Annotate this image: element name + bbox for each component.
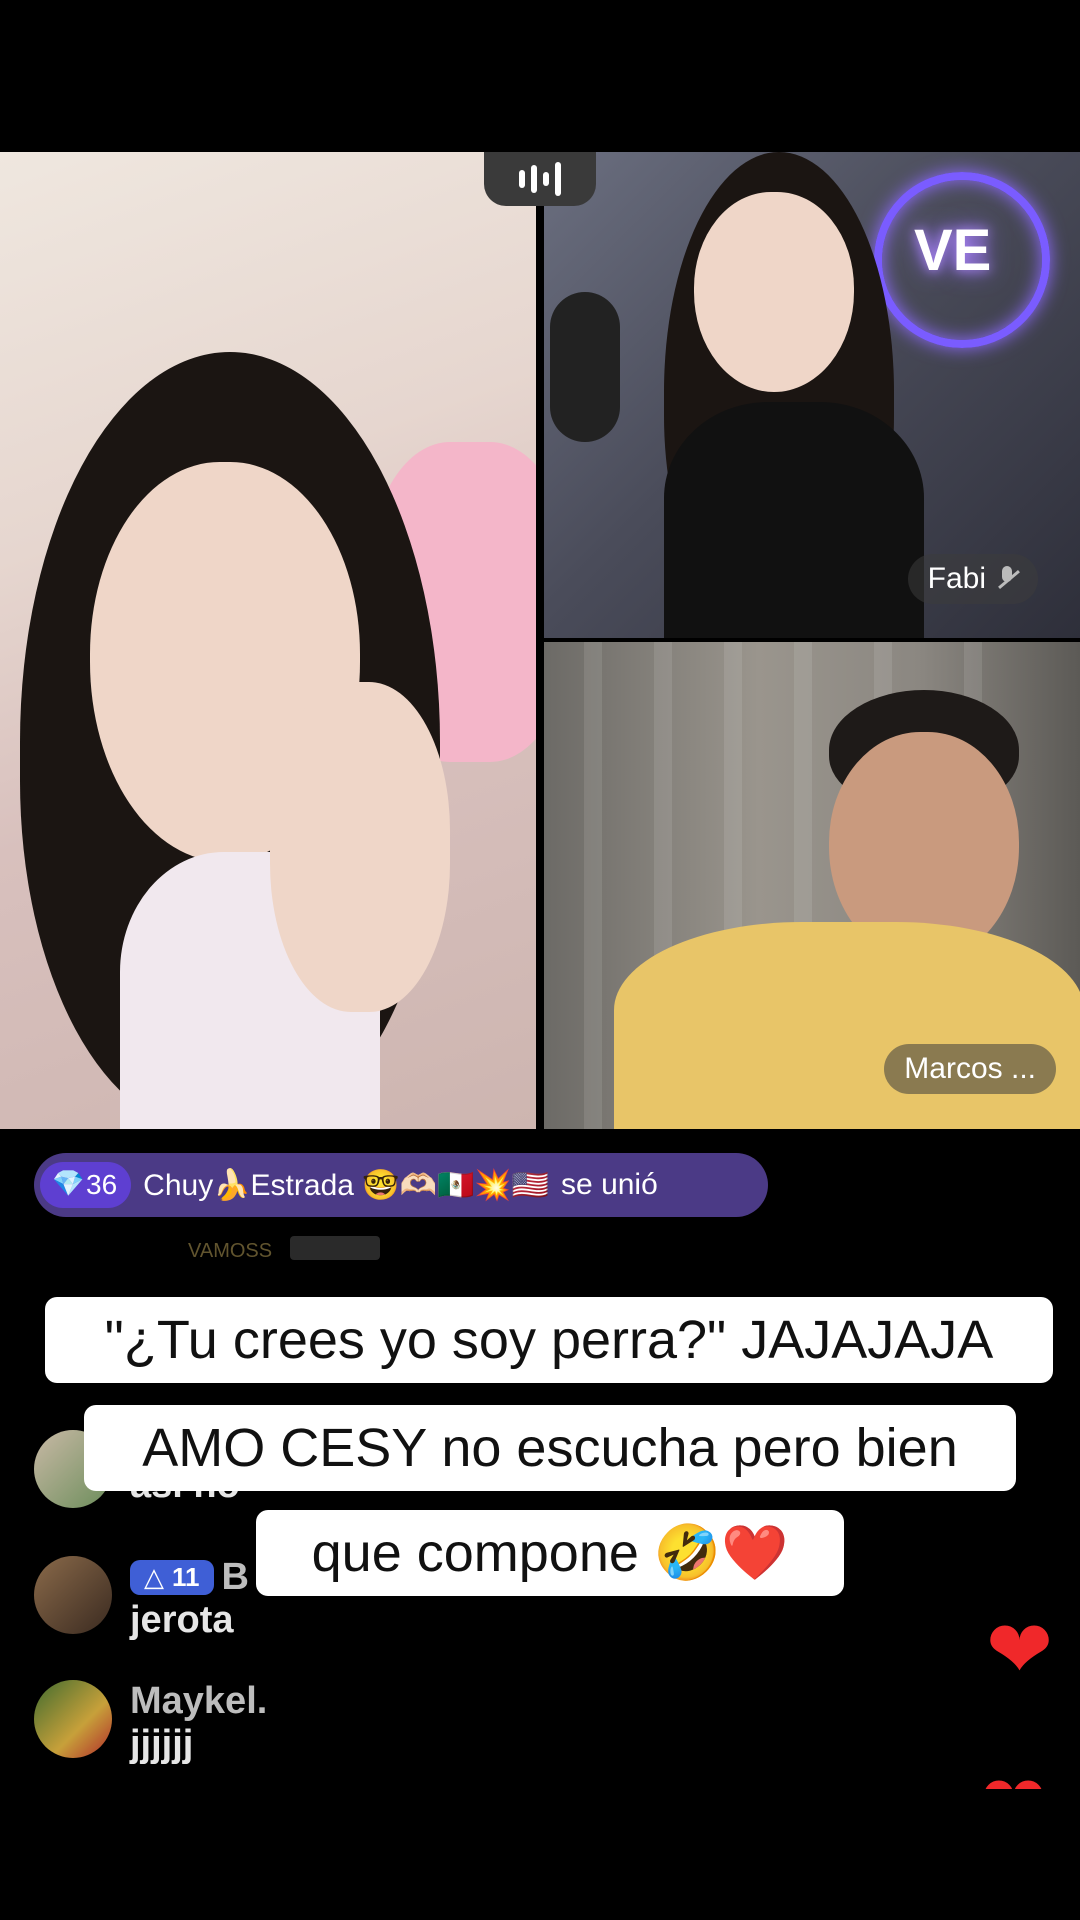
diamond-icon [52, 1168, 84, 1199]
participant-name: Fabi [927, 562, 986, 595]
participant-name-pill: Marcos ... [884, 1044, 1056, 1094]
avatar [34, 1680, 112, 1758]
video-tile-fabi[interactable]: VE Fabi [544, 152, 1080, 638]
marcos-shirt [614, 922, 1080, 1129]
level-number: 11 [172, 1562, 200, 1592]
join-banner: 36 Chuy🍌Estrada 🤓🫶🏻🇲🇽💥🇺🇸 se unió [34, 1153, 768, 1217]
comment-item[interactable]: Maykel. jjjjjj [34, 1680, 267, 1766]
join-user: Chuy🍌Estrada 🤓🫶🏻🇲🇽💥🇺🇸 [143, 1168, 550, 1202]
caption-line-1: "¿Tu crees yo soy perra?" JAJAJAJA [45, 1297, 1053, 1383]
participant-name-pill: Fabi [907, 554, 1038, 604]
comment-item[interactable]: △ 11 B jerota [34, 1556, 249, 1642]
host-hand [270, 682, 450, 1012]
avatar [34, 1556, 112, 1634]
fabi-top [664, 402, 924, 638]
microphone [550, 292, 620, 442]
faded-comment: VAMOSS [188, 1240, 273, 1262]
heart-icon: ❤ [986, 1605, 1054, 1694]
mute-mic-icon [996, 566, 1018, 592]
level-badge: △ 11 [130, 1560, 214, 1595]
video-tile-host[interactable] [0, 152, 536, 1129]
participant-name: Marcos ... [904, 1052, 1036, 1085]
comment-text: jjjjjj [130, 1723, 194, 1765]
fabi-face [694, 192, 854, 392]
comment-user: Maykel. [130, 1680, 268, 1722]
audio-bars-icon[interactable] [484, 152, 596, 206]
caption-line-2: AMO CESY no escucha pero bien [84, 1405, 1016, 1491]
live-sign: VE [914, 218, 992, 283]
video-tile-marcos[interactable]: Marcos ... [544, 642, 1080, 1129]
level-number: 36 [86, 1169, 118, 1200]
level-badge: 36 [40, 1162, 132, 1208]
comment-text: jerota [130, 1599, 234, 1641]
heart-icon: ❤ [980, 1765, 1047, 1789]
faded-gift-icon [290, 1236, 380, 1260]
triangle-icon: △ [144, 1562, 164, 1592]
caption-line-3: que compone 🤣❤️ [256, 1510, 844, 1596]
comment-user: B [221, 1556, 249, 1598]
join-action: se unió [561, 1168, 658, 1201]
